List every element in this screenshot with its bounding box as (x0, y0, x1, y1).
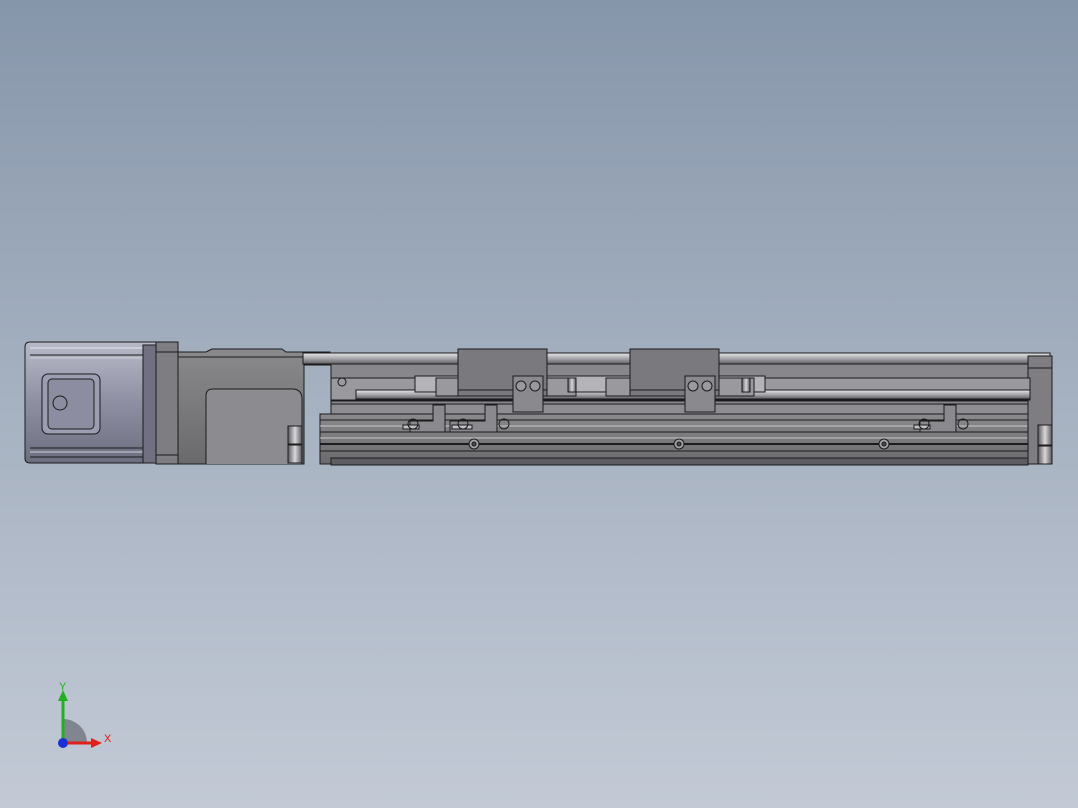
coordinate-triad: Y X (40, 682, 130, 757)
linear-actuator-model[interactable] (0, 0, 1078, 808)
triad-y-label: Y (59, 681, 67, 693)
rail-end-caps[interactable] (287, 425, 303, 464)
triad-axes-icon (58, 690, 102, 748)
cad-viewport[interactable]: Y X (0, 0, 1078, 808)
stepper-motor[interactable] (24, 341, 157, 464)
triad-x-label: X (104, 733, 112, 745)
